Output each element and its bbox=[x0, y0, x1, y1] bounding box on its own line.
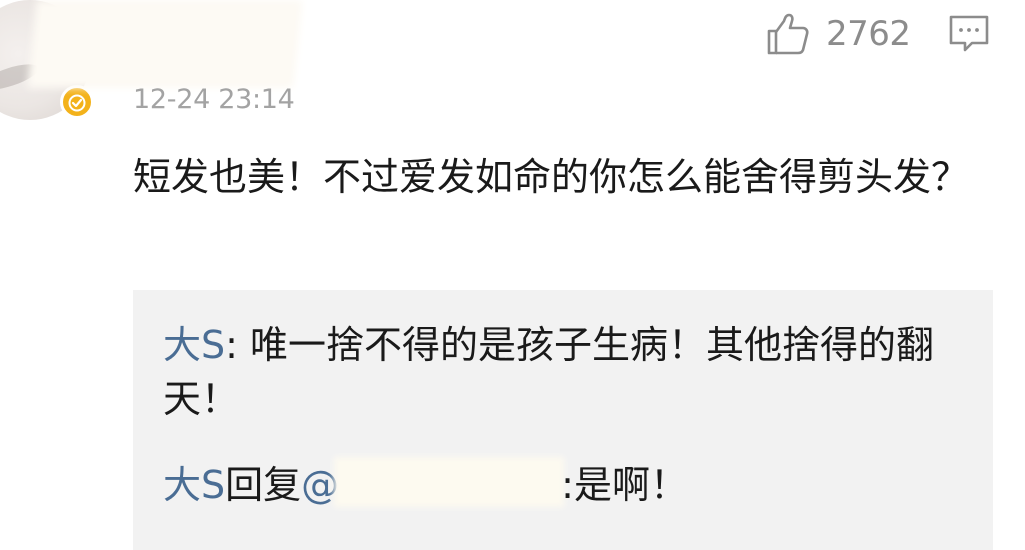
mention-at-sign: @ bbox=[301, 463, 340, 507]
comment-timestamp: 12-24 23:14 bbox=[133, 84, 295, 115]
verified-badge-icon bbox=[60, 85, 94, 119]
reply-word: 回复 bbox=[225, 463, 302, 507]
reply-author-link[interactable]: 大S bbox=[163, 323, 225, 367]
reply-text: 唯一捨不得的是孩子生病！其他捨得的翻天！ bbox=[163, 323, 935, 421]
comment-text: 短发也美！不过爱发如命的你怎么能舍得剪头发？ bbox=[133, 155, 970, 199]
reply-author-link[interactable]: 大S bbox=[163, 463, 225, 507]
redacted-mention bbox=[339, 462, 560, 502]
reply-text: 是啊！ bbox=[573, 463, 688, 507]
reply-separator: : bbox=[225, 323, 251, 367]
redacted-username bbox=[36, 8, 294, 80]
reply-thread: 大S: 唯一捨不得的是孩子生病！其他捨得的翻天！ 大S回复@:是啊！ bbox=[133, 290, 993, 550]
like-count: 2762 bbox=[826, 14, 911, 54]
mention-link[interactable]: @ bbox=[301, 462, 561, 507]
comment-icon[interactable] bbox=[948, 14, 990, 54]
checkmark-icon bbox=[68, 94, 86, 112]
reply-separator: : bbox=[561, 463, 574, 507]
thumbs-up-icon[interactable] bbox=[765, 12, 811, 56]
reply-item: 大S回复@:是啊！ bbox=[163, 458, 963, 512]
reply-item: 大S: 唯一捨不得的是孩子生病！其他捨得的翻天！ bbox=[163, 318, 963, 426]
